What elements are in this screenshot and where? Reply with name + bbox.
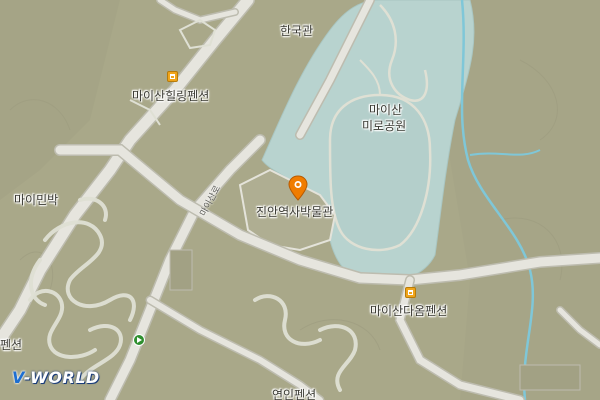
label-maze-park-line1[interactable]: 마이산	[369, 103, 402, 117]
label-partial-pension[interactable]: 펜션	[0, 338, 22, 352]
label-yeonin-pension[interactable]: 연인펜션	[272, 388, 316, 400]
label-maisan-hilling-pension[interactable]: 마이산힐링펜션	[132, 89, 209, 103]
label-jinan-history-museum[interactable]: 진안역사박물관	[256, 205, 333, 219]
label-maisan-daum-pension[interactable]: 마이산다옴펜션	[370, 304, 447, 318]
vworld-logo[interactable]: V-WORLD	[12, 368, 100, 387]
logo-prefix: V	[12, 368, 24, 387]
lodging-icon[interactable]	[405, 287, 416, 298]
label-maze-park-line2[interactable]: 미로공원	[362, 119, 406, 133]
map-view[interactable]: 한국관 마이산힐링펜션 마이산 미로공원 마이민박 마이산로 진안역사박물관 마…	[0, 0, 600, 400]
location-pin-icon[interactable]	[288, 175, 308, 201]
label-hanguk-hall: 한국관	[280, 24, 314, 38]
lodging-icon[interactable]	[167, 71, 178, 82]
logo-text: -WORLD	[23, 368, 100, 387]
label-mai-inn[interactable]: 마이민박	[14, 193, 58, 207]
route-marker-icon[interactable]	[133, 334, 145, 346]
parking-lot	[169, 249, 193, 291]
building-block	[519, 364, 581, 391]
